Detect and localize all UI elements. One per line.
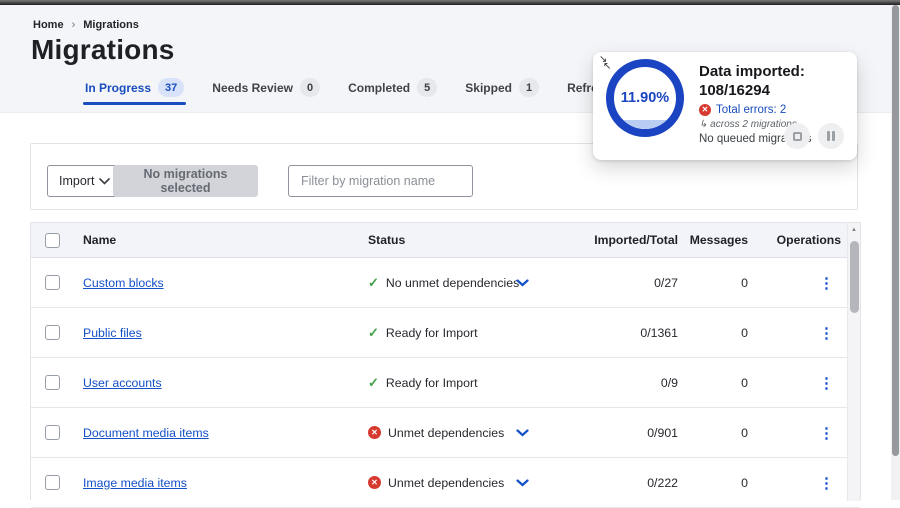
tab-count-badge: 5	[417, 78, 438, 97]
operations-kebab-icon[interactable]: ⋮	[819, 475, 834, 492]
select-all-checkbox[interactable]	[45, 232, 60, 248]
status-text: Unmet dependencies	[388, 425, 505, 440]
expand-status-chevron-icon[interactable]	[516, 278, 529, 287]
imported-total-value: 0/222	[647, 475, 678, 490]
messages-count: 0	[741, 275, 748, 290]
tab-label: Skipped	[465, 80, 512, 95]
tab-label: Completed	[348, 80, 411, 95]
scroll-up-arrow-icon[interactable]: ▲	[848, 223, 860, 237]
status-text: Unmet dependencies	[388, 475, 505, 490]
import-label: Import	[59, 174, 95, 188]
stop-square-icon	[792, 131, 802, 141]
status-error-icon: ✕	[368, 426, 381, 439]
status-ok-icon: ✓	[368, 374, 379, 390]
header-status: Status	[368, 233, 406, 247]
tab-count-badge: 1	[518, 78, 540, 97]
breadcrumb: Home › Migrations	[33, 19, 139, 31]
chevron-down-icon	[99, 177, 111, 185]
table-row: Custom blocks ✓ No unmet dependencies 0/…	[31, 258, 860, 308]
table-row: Document media items ✕ Unmet dependencie…	[31, 408, 860, 458]
imported-total-value: 0/1361	[640, 325, 678, 340]
header-operations: Operations	[776, 233, 841, 247]
imported-total-value: 0/27	[654, 275, 678, 290]
return-arrow-icon: ↳	[699, 119, 708, 130]
progress-percent: 11.90%	[620, 90, 670, 106]
migration-name-link[interactable]: User accounts	[83, 376, 162, 390]
tab-in-progress[interactable]: In Progress 37	[82, 78, 187, 112]
header-imported-total: Imported/Total	[594, 233, 678, 247]
messages-count: 0	[741, 475, 748, 490]
row-checkbox[interactable]	[45, 325, 60, 340]
status-text: No unmet dependencies	[385, 275, 520, 290]
status-error-icon: ✕	[368, 476, 381, 489]
tab-skipped[interactable]: Skipped 1	[465, 78, 540, 112]
row-checkbox[interactable]	[45, 275, 60, 290]
messages-count: 0	[741, 375, 748, 390]
page-scrollbar-thumb[interactable]	[892, 5, 899, 456]
expand-status-chevron-icon[interactable]	[516, 478, 529, 487]
tab-needs-review[interactable]: Needs Review 0	[212, 78, 321, 112]
operations-kebab-icon[interactable]: ⋮	[819, 325, 834, 342]
operations-kebab-icon[interactable]: ⋮	[819, 375, 834, 392]
data-imported-label: Data imported:	[699, 63, 805, 80]
header-messages: Messages	[689, 233, 748, 247]
status-ok-icon: ✓	[368, 324, 379, 340]
progress-ring: 11.90%	[606, 59, 684, 137]
table-scrollbar-thumb[interactable]	[849, 241, 859, 313]
migration-name-link[interactable]: Image media items	[83, 476, 187, 490]
table-row: User accounts ✓ Ready for Import 0/9 0 ⋮	[31, 358, 860, 408]
breadcrumb-current: Migrations	[83, 19, 139, 31]
operations-kebab-icon[interactable]: ⋮	[819, 425, 834, 442]
migration-name-link[interactable]: Custom blocks	[83, 276, 164, 290]
migration-name-link[interactable]: Document media items	[83, 426, 209, 440]
tab-count-badge: 37	[158, 78, 185, 97]
page-scrollbar[interactable]	[891, 0, 900, 500]
progress-card-controls	[784, 123, 844, 149]
import-dropdown-button[interactable]: Import	[47, 165, 123, 197]
tab-label: In Progress	[85, 80, 152, 95]
breadcrumb-separator: ›	[71, 19, 76, 31]
status-text: Ready for Import	[385, 325, 478, 340]
header-name: Name	[83, 233, 117, 247]
migration-filter-input[interactable]	[288, 165, 473, 197]
table-row: Image media items ✕ Unmet dependencies 0…	[31, 458, 860, 508]
migration-name-link[interactable]: Public files	[83, 326, 142, 340]
table-scrollbar[interactable]: ▲	[847, 223, 860, 501]
row-checkbox[interactable]	[45, 375, 60, 390]
row-checkbox[interactable]	[45, 475, 60, 490]
page-title: Migrations	[31, 34, 175, 65]
operations-kebab-icon[interactable]: ⋮	[819, 275, 834, 292]
messages-count: 0	[741, 325, 748, 340]
window-top-edge	[0, 0, 900, 5]
imported-total-value: 0/9	[660, 375, 678, 390]
tab-completed[interactable]: Completed 5	[348, 78, 438, 112]
tab-bar: In Progress 37 Needs Review 0 Completed …	[82, 78, 639, 112]
total-errors-link[interactable]: ✕ Total errors: 2	[699, 104, 851, 116]
pause-button[interactable]	[818, 123, 844, 149]
expand-status-chevron-icon[interactable]	[516, 428, 529, 437]
stop-button[interactable]	[784, 123, 810, 149]
tab-count-badge: 0	[300, 78, 321, 97]
imported-total-value: 0/901	[647, 425, 678, 440]
selection-status-button[interactable]: No migrations selected	[113, 165, 258, 197]
table-header-row: Name Status Imported/Total Messages Oper…	[31, 223, 860, 258]
error-x-circle-icon: ✕	[699, 104, 711, 116]
status-text: Ready for Import	[385, 375, 478, 390]
import-progress-card: ↘ ↖ 11.90% Data imported: 108/16294 ✕ To…	[593, 52, 857, 160]
table-row: Public files ✓ Ready for Import 0/1361 0…	[31, 308, 860, 358]
tab-label: Needs Review	[212, 80, 293, 95]
pause-bars-icon	[827, 131, 835, 141]
status-ok-icon: ✓	[368, 274, 379, 290]
data-imported-value: 108/16294	[699, 82, 770, 99]
migrations-table: Name Status Imported/Total Messages Oper…	[30, 222, 861, 508]
messages-count: 0	[741, 425, 748, 440]
row-checkbox[interactable]	[45, 425, 60, 440]
breadcrumb-home-link[interactable]: Home	[33, 19, 64, 31]
